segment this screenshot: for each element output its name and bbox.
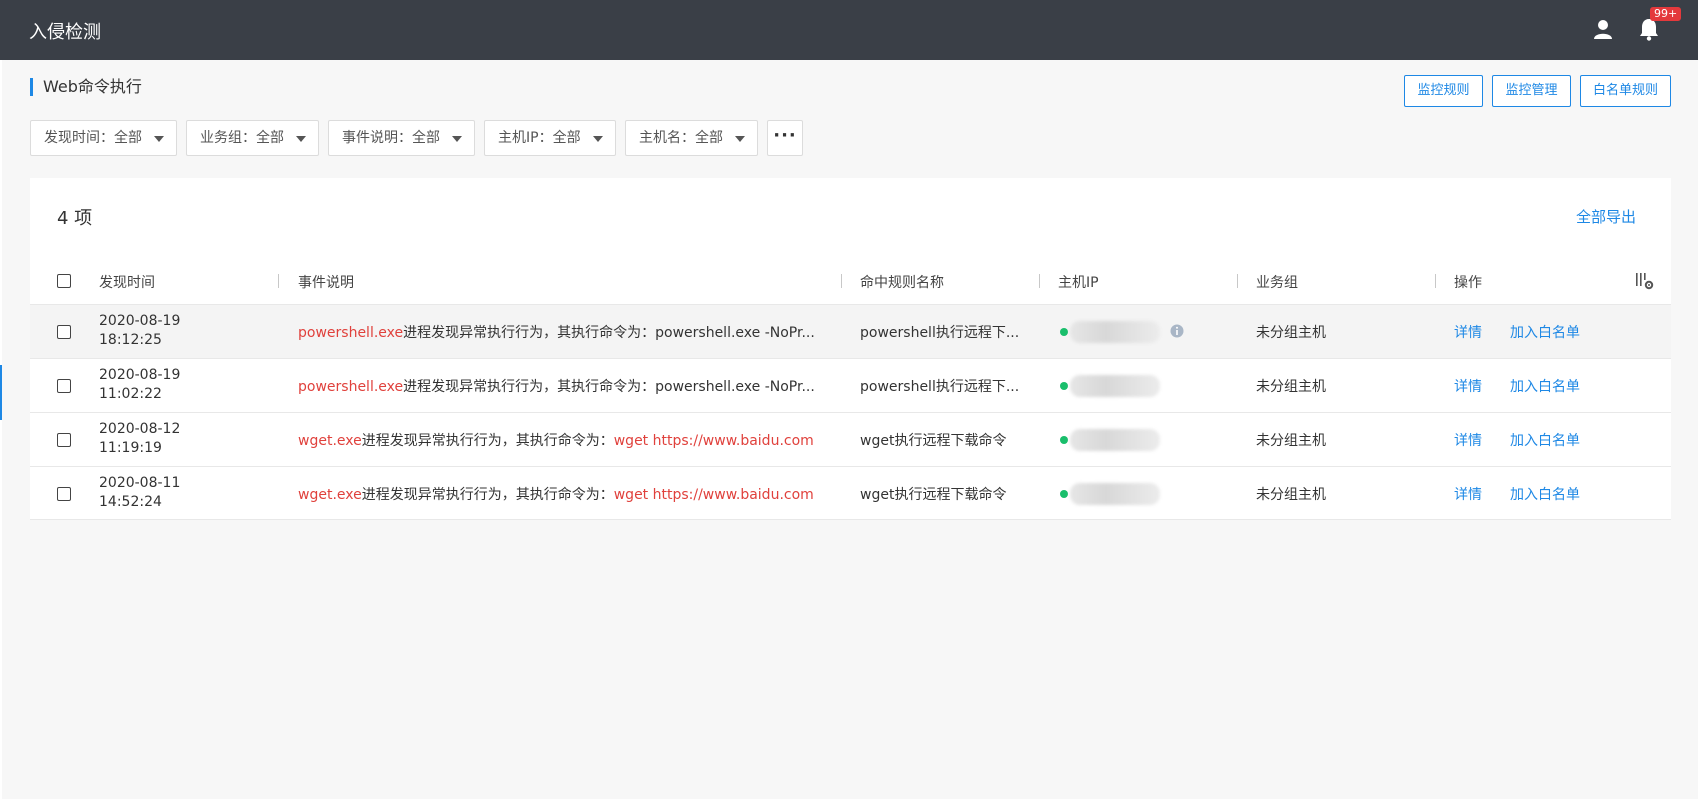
detail-link[interactable]: 详情 [1454,430,1482,450]
select-all-checkbox[interactable] [57,274,71,288]
detail-link[interactable]: 详情 [1454,484,1482,504]
rule-name: wget执行远程下载命令 [860,487,1007,503]
more-filters-button[interactable]: ··· [767,120,803,156]
discover-time: 2020-08-19 11:02:22 [99,367,181,402]
col-ip[interactable]: 主机IP [1058,272,1099,292]
whitelist-rules-button[interactable]: 白名单规则 [1580,75,1671,107]
result-count: 4 项 [57,208,93,229]
col-rule[interactable]: 命中规则名称 [860,272,944,292]
business-group: 未分组主机 [1256,487,1326,503]
results-panel: 4 项 全部导出 发现时间 事件说明 命中规则名称 主机IP 业务组 操作 20… [30,178,1671,520]
column-divider[interactable] [1237,274,1238,288]
app-title: 入侵检测 [29,22,101,43]
filter-event-desc-label: 事件说明：全部 [342,130,440,146]
column-divider[interactable] [1039,274,1040,288]
filter-discover-time-label: 发现时间：全部 [44,130,142,146]
filter-discover-time[interactable]: 发现时间：全部 [30,120,177,156]
add-whitelist-link[interactable]: 加入白名单 [1510,376,1580,396]
col-time[interactable]: 发现时间 [99,272,155,292]
filter-business-group-label: 业务组：全部 [200,130,284,146]
online-status-dot [1060,382,1068,390]
filter-host-name-label: 主机名：全部 [639,130,723,146]
chevron-down-icon [452,136,462,142]
chevron-down-icon [593,136,603,142]
business-group: 未分组主机 [1256,379,1326,395]
host-ip-redacted [1070,483,1160,505]
host-ip-redacted [1070,375,1160,397]
export-all-link[interactable]: 全部导出 [1576,206,1636,227]
business-group: 未分组主机 [1256,325,1326,341]
column-divider[interactable] [1435,274,1436,288]
add-whitelist-link[interactable]: 加入白名单 [1510,322,1580,342]
row-checkbox[interactable] [57,379,71,393]
column-settings-icon[interactable] [1635,271,1655,291]
event-description: wget.exe进程发现异常执行行为，其执行命令为：wget https://w… [298,487,814,503]
col-group[interactable]: 业务组 [1256,272,1298,292]
detail-link[interactable]: 详情 [1454,376,1482,396]
top-bar: 入侵检测 99+ [0,0,1698,60]
chevron-down-icon [735,136,745,142]
table-header: 发现时间 事件说明 命中规则名称 主机IP 业务组 操作 [30,258,1671,304]
discover-time: 2020-08-12 11:19:19 [99,421,181,456]
table-row[interactable]: 2020-08-12 11:19:19 wget.exe进程发现异常执行行为，其执… [30,412,1671,466]
col-desc[interactable]: 事件说明 [298,272,354,292]
row-checkbox[interactable] [57,325,71,339]
add-whitelist-link[interactable]: 加入白名单 [1510,430,1580,450]
table-row[interactable]: 2020-08-19 18:12:25 powershell.exe进程发现异常执… [30,304,1671,358]
filter-host-ip[interactable]: 主机IP：全部 [484,120,616,156]
add-whitelist-link[interactable]: 加入白名单 [1510,484,1580,504]
online-status-dot [1060,490,1068,498]
column-divider[interactable] [841,274,842,288]
event-description: powershell.exe进程发现异常执行行为，其执行命令为：powershe… [298,325,815,341]
online-status-dot [1060,436,1068,444]
filter-host-ip-label: 主机IP：全部 [498,130,581,146]
user-icon[interactable] [1592,18,1614,40]
event-description: powershell.exe进程发现异常执行行为，其执行命令为：powershe… [298,379,815,395]
chevron-down-icon [154,136,164,142]
filter-event-desc[interactable]: 事件说明：全部 [328,120,475,156]
business-group: 未分组主机 [1256,433,1326,449]
detail-link[interactable]: 详情 [1454,322,1482,342]
rule-name: wget执行远程下载命令 [860,433,1007,449]
table-row[interactable]: 2020-08-19 11:02:22 powershell.exe进程发现异常执… [30,358,1671,412]
discover-time: 2020-08-19 18:12:25 [99,313,181,348]
notification-badge: 99+ [1650,7,1682,21]
host-ip-redacted [1070,429,1160,451]
chevron-down-icon [296,136,306,142]
rule-name: powershell执行远程下... [860,325,1020,341]
rule-name: powershell执行远程下... [860,379,1020,395]
online-status-dot [1060,328,1068,336]
page-title: Web命令执行 [30,78,142,96]
discover-time: 2020-08-11 14:52:24 [99,475,181,510]
info-icon[interactable] [1170,324,1184,338]
monitor-management-button[interactable]: 监控管理 [1492,75,1571,107]
filter-host-name[interactable]: 主机名：全部 [625,120,758,156]
col-ops: 操作 [1454,275,1482,291]
row-checkbox[interactable] [57,433,71,447]
event-description: wget.exe进程发现异常执行行为，其执行命令为：wget https://w… [298,433,814,449]
monitor-rules-button[interactable]: 监控规则 [1404,75,1483,107]
host-ip-redacted [1070,321,1160,343]
table-row[interactable]: 2020-08-11 14:52:24 wget.exe进程发现异常执行行为，其执… [30,466,1671,520]
column-divider[interactable] [278,274,279,288]
filter-business-group[interactable]: 业务组：全部 [186,120,319,156]
row-checkbox[interactable] [57,487,71,501]
left-edge [0,60,2,799]
